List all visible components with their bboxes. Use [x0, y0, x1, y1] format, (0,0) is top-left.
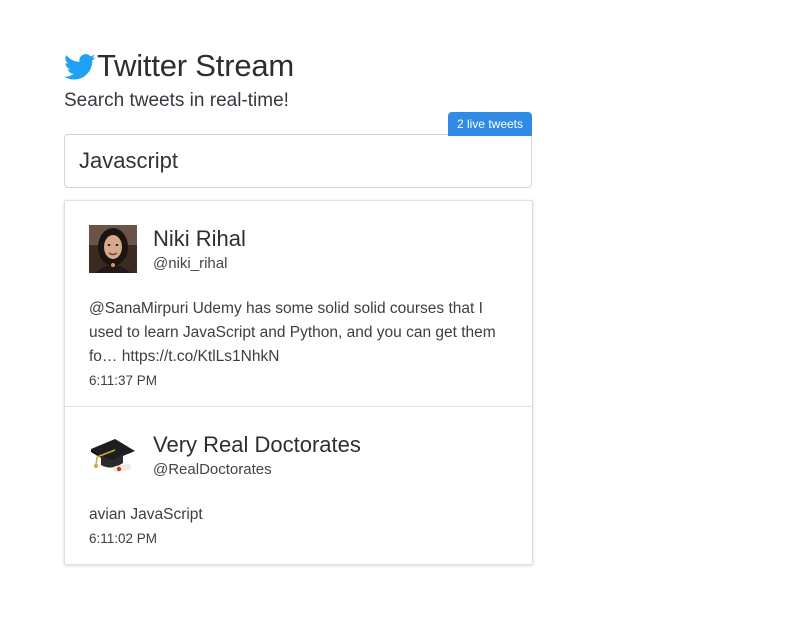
graduation-cap-icon: [89, 431, 137, 479]
tweet-header: Niki Rihal @niki_rihal: [89, 225, 508, 273]
live-tweets-badge: 2 live tweets: [447, 112, 532, 136]
tweet-author-name[interactable]: Niki Rihal: [153, 225, 246, 253]
page-title: Twitter Stream: [97, 48, 295, 83]
tweet-time: 6:11:02 PM: [89, 531, 158, 546]
tweet-author-handle[interactable]: @niki_rihal: [153, 255, 246, 272]
tweet-card: Very Real Doctorates @RealDoctorates avi…: [65, 407, 532, 564]
app-container: Twitter Stream Search tweets in real-tim…: [64, 46, 533, 565]
tweet-time: 6:11:37 PM: [89, 373, 158, 388]
tweet-user: Very Real Doctorates @RealDoctorates: [153, 431, 361, 478]
search-input[interactable]: [64, 134, 532, 188]
avatar[interactable]: [89, 431, 137, 479]
page-header: Twitter Stream: [64, 46, 533, 86]
twitter-bird-icon: [64, 51, 96, 83]
tweet-card: Niki Rihal @niki_rihal @SanaMirpuri Udem…: [65, 201, 532, 407]
tweet-text: @SanaMirpuri Udemy has some solid solid …: [89, 300, 496, 365]
badge-row: 2 live tweets: [64, 112, 533, 136]
profile-photo-icon: [89, 225, 137, 273]
tweet-list: Niki Rihal @niki_rihal @SanaMirpuri Udem…: [64, 200, 533, 565]
tweet-author-name[interactable]: Very Real Doctorates: [153, 431, 361, 459]
page-subtitle: Search tweets in real-time!: [64, 90, 289, 111]
avatar[interactable]: [89, 225, 137, 273]
tweet-author-handle[interactable]: @RealDoctorates: [153, 461, 361, 478]
tweet-header: Very Real Doctorates @RealDoctorates: [89, 431, 508, 479]
tweet-text: avian JavaScript: [89, 506, 203, 523]
tweet-user: Niki Rihal @niki_rihal: [153, 225, 246, 272]
